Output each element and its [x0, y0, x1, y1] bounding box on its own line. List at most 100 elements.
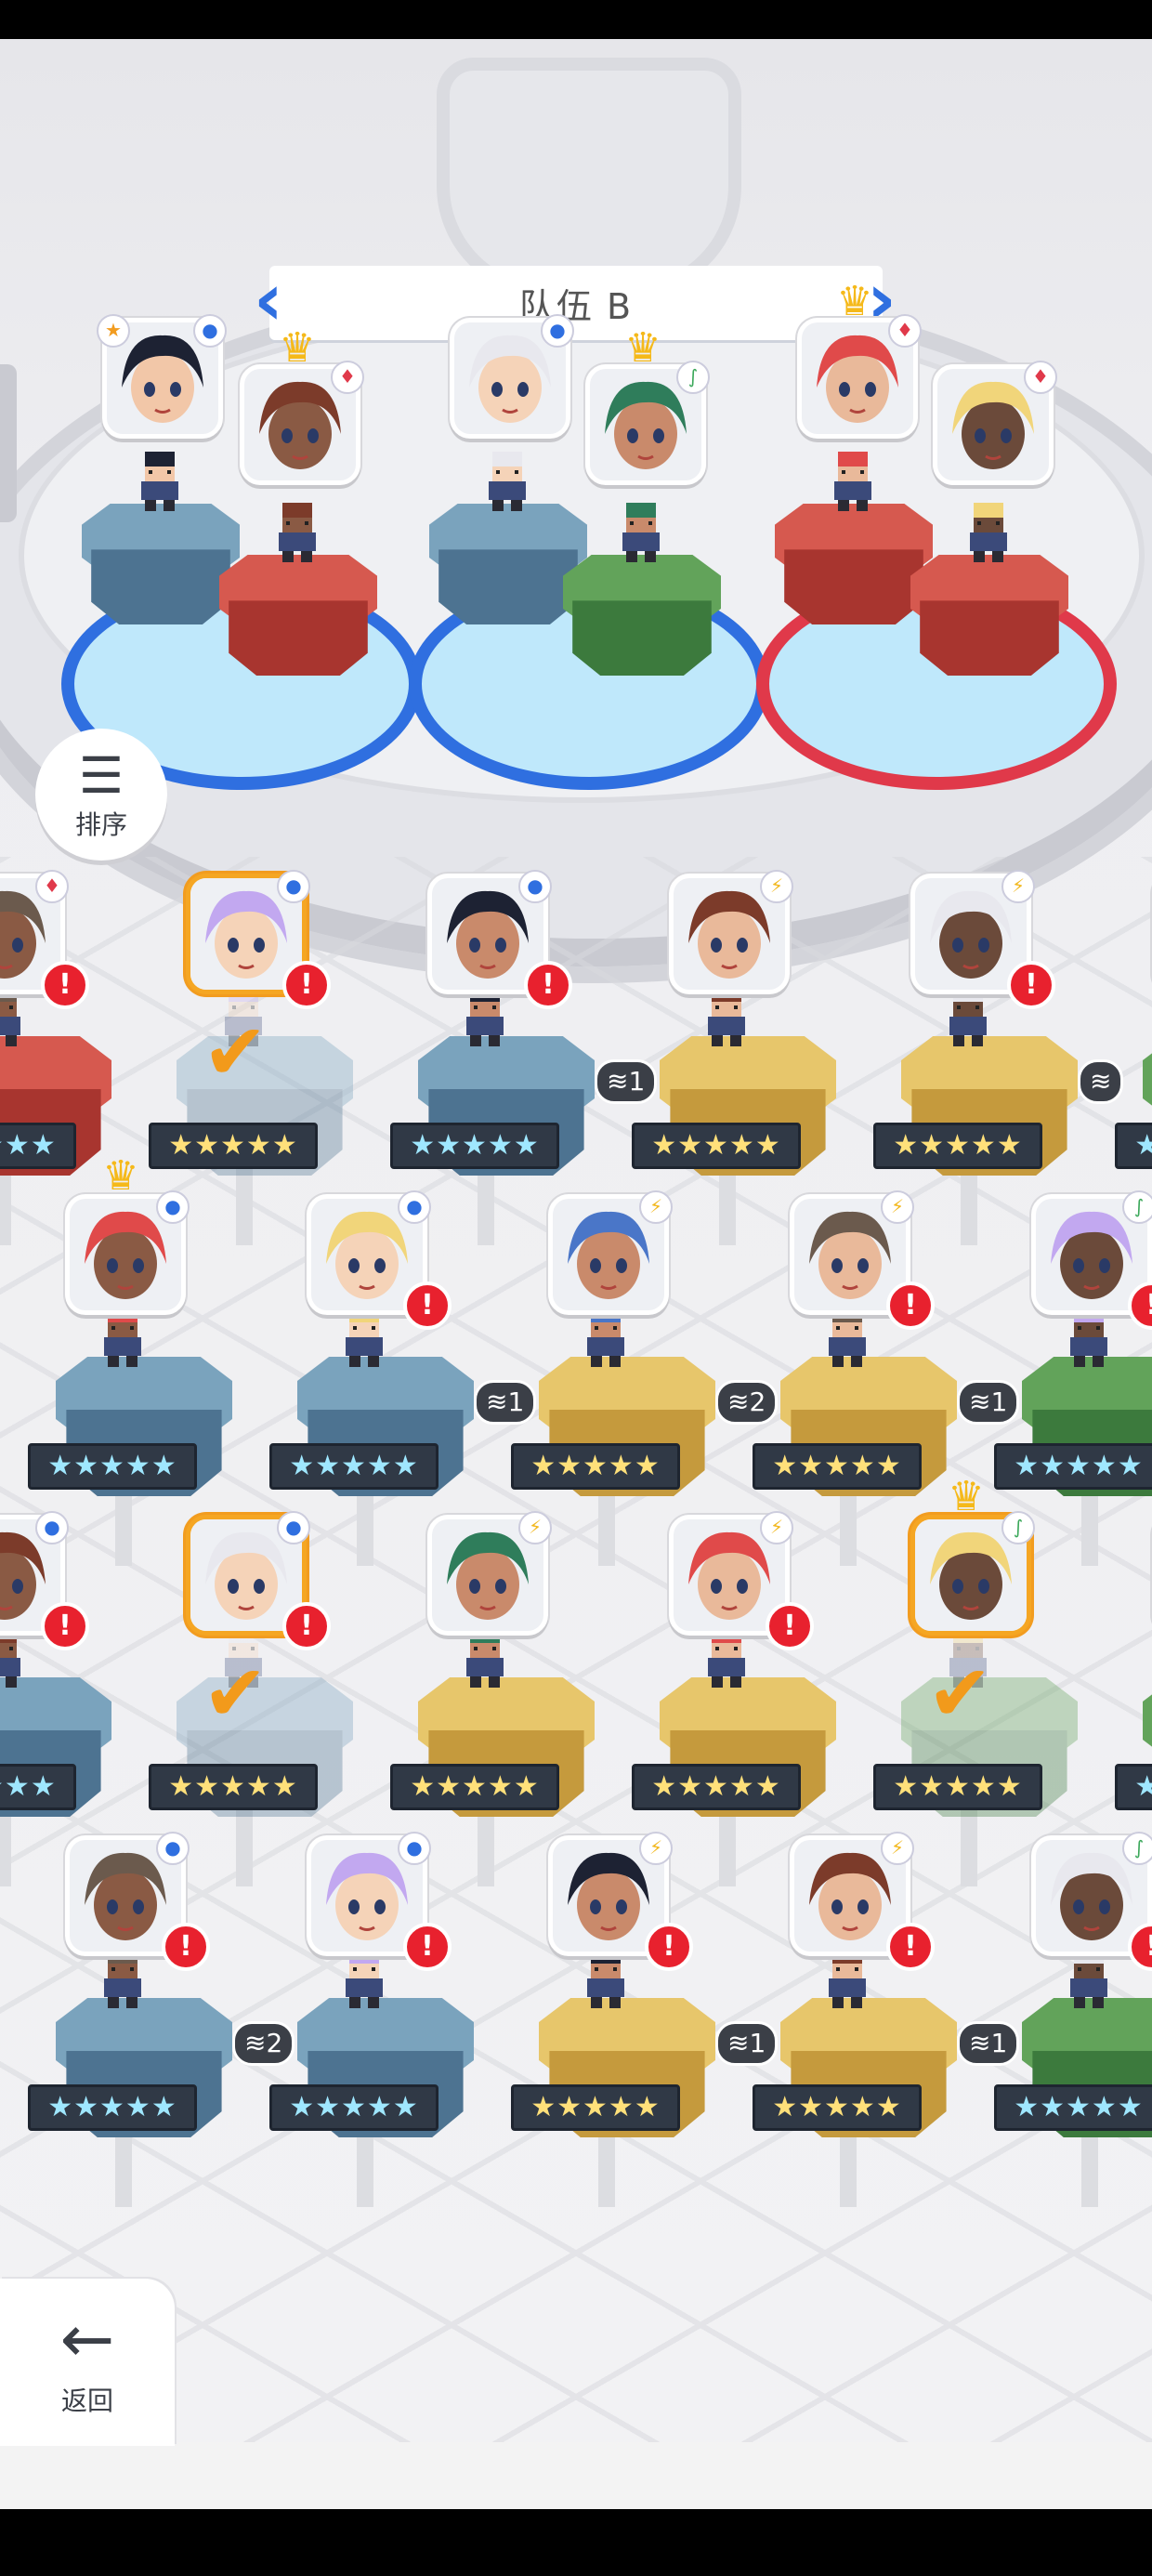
side-drawer-handle[interactable]	[0, 364, 17, 522]
star-rating: ★★★★★	[994, 2084, 1152, 2131]
alert-icon: !	[403, 1281, 452, 1330]
in-team-check-icon: ✔	[203, 1006, 268, 1097]
crown-icon: ♛	[948, 1473, 985, 1520]
star-rating: ★★★★★	[390, 1764, 559, 1810]
pedestal	[82, 504, 240, 624]
star-rating: ★★★★★	[269, 2084, 439, 2131]
back-label: 返回	[60, 2385, 113, 2416]
alert-icon: !	[403, 1923, 452, 1971]
star-rating: ★★★★★	[149, 1123, 318, 1169]
bond-level-badge: ≋2	[715, 1380, 779, 1425]
arena-emblem	[437, 58, 741, 297]
alert-icon: !	[886, 1281, 935, 1330]
star-rating: ★★★★★	[28, 1443, 197, 1490]
diamond-icon: ♦	[888, 314, 922, 348]
status-bar	[0, 0, 1152, 39]
pixel-character-sprite	[823, 448, 883, 515]
attribute-icon: ∫	[1001, 1511, 1035, 1544]
in-team-check-icon: ✔	[927, 1648, 993, 1739]
back-button[interactable]: ← 返回	[0, 2279, 175, 2446]
attribute-icon: ●	[156, 1832, 190, 1865]
pedestal	[219, 555, 377, 676]
attribute-icon: ●	[156, 1190, 190, 1224]
sort-icon: ☰	[78, 746, 124, 805]
pixel-character-sprite	[478, 448, 537, 515]
attribute-icon: ●	[277, 1511, 310, 1544]
system-nav-bar	[0, 2509, 1152, 2576]
attribute-icon: ⚡	[760, 870, 793, 903]
attribute-icon: ●	[398, 1832, 431, 1865]
star-rating: ★★★★★	[269, 1443, 439, 1490]
team-banner: ‹ 队伍 B ›	[254, 264, 897, 340]
attribute-icon: ●	[518, 870, 552, 903]
star-rating: ★★★★★	[511, 2084, 680, 2131]
game-stage: ‹ 队伍 B › ● ★ ♦ ♛ ● ∫ ♛ ♦ ♛ ♦ ★★★★★ ♦! ★★★★★ ●! ✔ ★★★★★…	[0, 39, 1152, 2483]
alert-icon: !	[41, 961, 89, 1009]
pixel-character-sprite	[959, 499, 1018, 566]
star-rating: ★★★★★	[753, 2084, 922, 2131]
star-rating: ★★★★★	[873, 1123, 1042, 1169]
pixel-character-sprite	[611, 499, 671, 566]
star-rating: ★★★★★	[1115, 1764, 1152, 1810]
attribute-icon: ∫	[1122, 1190, 1152, 1224]
in-team-check-icon: ✔	[203, 1648, 268, 1739]
leader-star-icon: ★	[97, 314, 130, 348]
bond-level-badge: ≋1	[595, 1059, 658, 1104]
crown-icon: ♛	[836, 278, 873, 325]
star-rating: ★★★★★	[0, 1123, 76, 1169]
star-rating: ★★★★★	[0, 1764, 76, 1810]
attribute-icon: ∫	[1122, 1832, 1152, 1865]
pixel-character-sprite	[268, 499, 327, 566]
attribute-icon: ●	[277, 870, 310, 903]
attribute-icon: ⚡	[760, 1511, 793, 1544]
back-arrow-icon: ←	[59, 2301, 115, 2377]
attribute-icon: ⚡	[639, 1832, 673, 1865]
bond-level-badge: ≋	[1078, 1059, 1124, 1104]
crown-icon: ♛	[279, 324, 316, 372]
star-rating: ★★★★★	[632, 1123, 801, 1169]
bond-level-badge: ≋1	[474, 1380, 537, 1425]
star-rating: ★★★★★	[994, 1443, 1152, 1490]
attribute-icon: ♦	[35, 870, 69, 903]
alert-icon: !	[645, 1923, 693, 1971]
pedestal	[563, 555, 721, 676]
attribute-icon: ⚡	[518, 1511, 552, 1544]
alert-icon: !	[886, 1923, 935, 1971]
attribute-icon: ●	[35, 1511, 69, 1544]
star-rating: ★★★★★	[390, 1123, 559, 1169]
alert-icon: !	[524, 961, 572, 1009]
diamond-icon: ♦	[331, 361, 364, 394]
pedestal	[910, 555, 1068, 676]
bond-level-badge: ≋2	[232, 2021, 295, 2066]
alert-icon: !	[766, 1602, 814, 1650]
star-rating: ★★★★★	[511, 1443, 680, 1490]
star-rating: ★★★★★	[28, 2084, 197, 2131]
pixel-character-sprite	[130, 448, 190, 515]
star-rating: ★★★★★	[873, 1764, 1042, 1810]
crown-icon: ♛	[624, 324, 661, 372]
pedestal	[775, 504, 933, 624]
crown-icon: ♛	[102, 1152, 139, 1200]
alert-icon: !	[1007, 961, 1055, 1009]
alert-icon: !	[282, 961, 331, 1009]
diamond-icon: ♦	[1024, 361, 1057, 394]
sort-button[interactable]: ☰ 排序	[35, 729, 167, 861]
circle-icon: ●	[193, 314, 227, 348]
alert-icon: !	[162, 1923, 210, 1971]
bond-level-badge: ≋1	[957, 2021, 1020, 2066]
attribute-icon: ⚡	[639, 1190, 673, 1224]
attribute-icon: ⚡	[881, 1190, 914, 1224]
star-rating: ★★★★★	[632, 1764, 801, 1810]
bond-level-badge: ≋1	[957, 1380, 1020, 1425]
alert-icon: !	[41, 1602, 89, 1650]
attribute-icon: ⚡	[881, 1832, 914, 1865]
star-rating: ★★★★★	[753, 1443, 922, 1490]
leaf-icon: ∫	[676, 361, 710, 394]
circle-icon: ●	[541, 314, 574, 348]
bottom-bar-area	[0, 2442, 1152, 2509]
star-rating: ★★★★★	[149, 1764, 318, 1810]
attribute-icon: ●	[398, 1190, 431, 1224]
attribute-icon: ⚡	[1001, 870, 1035, 903]
sort-label: 排序	[74, 809, 127, 840]
alert-icon: !	[282, 1602, 331, 1650]
